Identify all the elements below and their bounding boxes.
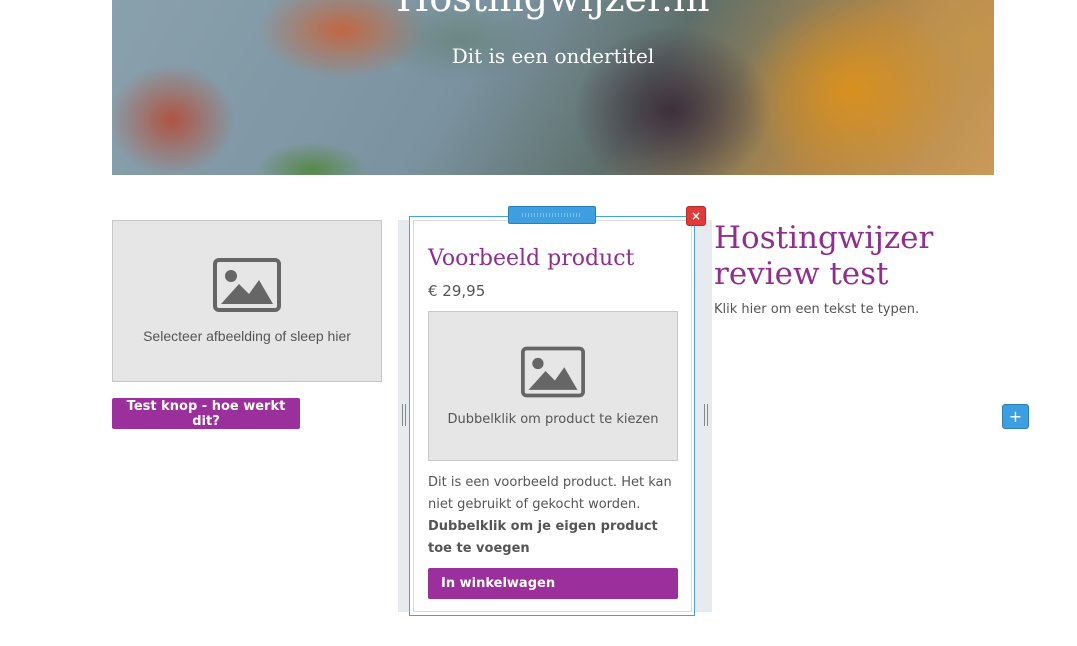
product-price: € 29,95 [428, 282, 486, 300]
image-dropzone[interactable]: Selecteer afbeelding of sleep hier [112, 220, 382, 382]
close-icon[interactable]: × [686, 206, 706, 226]
drag-handle-icon[interactable] [508, 206, 596, 224]
product-image-caption: Dubbelklik om product te kiezen [447, 411, 659, 427]
resize-handle-right[interactable] [704, 404, 708, 426]
product-image-dropzone[interactable]: Dubbelklik om product te kiezen [428, 311, 678, 461]
review-text[interactable]: Klik hier om een tekst te typen. [714, 302, 919, 317]
image-icon [521, 346, 585, 397]
site-title[interactable]: Hostingwijzer.nl [112, 0, 994, 20]
add-to-cart-button[interactable]: In winkelwagen [428, 568, 678, 599]
dropzone-caption: Selecteer afbeelding of sleep hier [143, 328, 351, 344]
product-description-hint: Dubbelklik om je eigen product toe te vo… [428, 519, 658, 556]
plus-icon[interactable]: + [1002, 404, 1029, 429]
image-icon [213, 258, 281, 312]
resize-handle-left[interactable] [402, 404, 406, 426]
review-heading[interactable]: Hostingwijzer review test [714, 220, 974, 292]
site-subtitle[interactable]: Dit is een ondertitel [112, 44, 994, 68]
product-description: Dit is een voorbeeld product. Het kan ni… [428, 472, 684, 560]
product-title[interactable]: Voorbeeld product [428, 246, 634, 271]
product-description-text: Dit is een voorbeeld product. Het kan ni… [428, 475, 672, 512]
hero-banner[interactable]: Hostingwijzer.nl Dit is een ondertitel [112, 0, 994, 175]
test-button[interactable]: Test knop - hoe werkt dit? [112, 398, 300, 429]
